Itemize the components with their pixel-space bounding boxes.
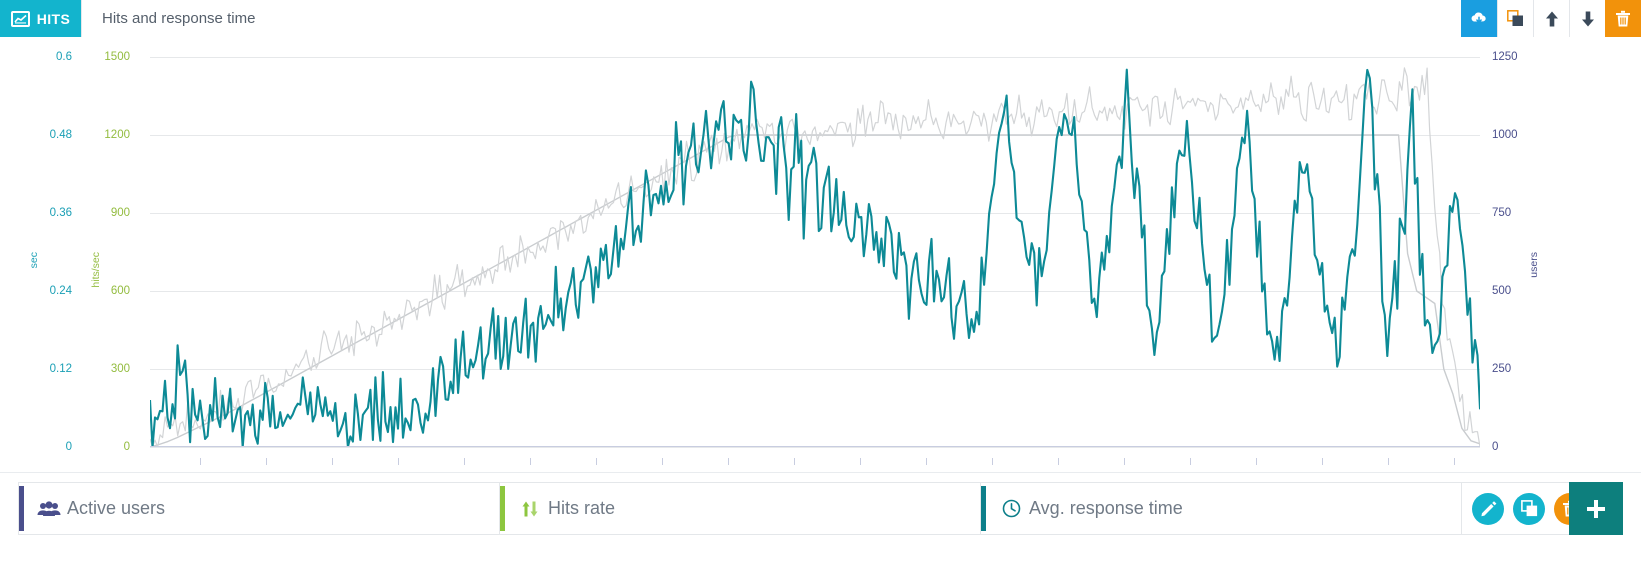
- legend-item-hits-rate[interactable]: Hits rate: [500, 483, 981, 534]
- plot-region: [150, 57, 1480, 448]
- delete-button[interactable]: [1605, 0, 1641, 37]
- header-action-group: [1461, 0, 1641, 37]
- x-tick-mark: [1387, 458, 1389, 465]
- copy-icon: [1507, 10, 1523, 26]
- chart-canvas: 0 0.12 0.24 0.36 0.48 0.6 sec 0 300 600 900 1200 150…: [0, 37, 1641, 484]
- legend-color-bar: [500, 486, 505, 531]
- arrow-down-icon: [1581, 11, 1594, 26]
- series-line-avg-response-time: [150, 70, 1480, 447]
- x-tick-mark: [1453, 458, 1455, 465]
- legend-footer: Active users Hits rate Avg. response tim…: [0, 472, 1641, 566]
- y-tick-label-sec: 0.6: [56, 51, 72, 63]
- y-tick-label-sec: 0: [65, 441, 72, 453]
- move-up-button[interactable]: [1533, 0, 1569, 37]
- y-axis-title-users: users: [1528, 252, 1540, 278]
- x-tick-mark: [859, 458, 861, 465]
- legend-color-bar: [981, 486, 986, 531]
- duplicate-graph-button[interactable]: [1513, 492, 1545, 525]
- x-tick-mark: [925, 458, 927, 465]
- line-chart-icon: [10, 10, 30, 27]
- cloud-download-icon: [1471, 12, 1486, 24]
- legend-label: Hits rate: [548, 498, 616, 518]
- add-graph-button[interactable]: [1569, 482, 1623, 535]
- y-tick-label-hits: 0: [123, 441, 130, 453]
- y-tick-label-users: 750: [1492, 207, 1512, 219]
- y-tick-label-sec: 0.24: [49, 285, 72, 297]
- y-tick-label-hits: 900: [110, 207, 130, 219]
- clock-icon: [998, 499, 1024, 518]
- legend-item-active-users[interactable]: Active users: [19, 483, 500, 534]
- x-tick-mark: [529, 458, 531, 465]
- x-axis-line: [150, 446, 1480, 447]
- series-line-hits-rate: [150, 68, 1480, 447]
- users-icon: [36, 500, 62, 517]
- y-axis-title-hits: hits/sec: [90, 252, 102, 288]
- y-tick-label-sec: 0.36: [49, 207, 72, 219]
- arrow-up-icon: [1545, 11, 1558, 26]
- y-axis-title-sec: sec: [28, 252, 40, 269]
- x-tick-mark: [463, 458, 465, 465]
- x-tick-mark: [397, 458, 399, 465]
- duplicate-button[interactable]: [1497, 0, 1533, 37]
- panel-title: Hits and response time: [81, 0, 1461, 37]
- legend-item-avg-response-time[interactable]: Avg. response time: [981, 483, 1462, 534]
- up-down-arrows-icon: [517, 500, 543, 518]
- y-tick-label-users: 1250: [1492, 51, 1518, 63]
- x-tick-mark: [1123, 458, 1125, 465]
- x-tick-mark: [991, 458, 993, 465]
- series-paths: [150, 57, 1480, 447]
- y-tick-label-sec: 0.48: [49, 129, 72, 141]
- y-tick-label-users: 0: [1492, 441, 1499, 453]
- x-tick-mark: [1189, 458, 1191, 465]
- plus-icon: [1587, 499, 1605, 518]
- legend-label: Active users: [67, 498, 166, 518]
- cloud-download-button[interactable]: [1461, 0, 1497, 37]
- pencil-icon: [1480, 501, 1496, 517]
- legend-label: Avg. response time: [1029, 498, 1183, 518]
- x-tick-mark: [793, 458, 795, 465]
- trash-icon: [1616, 10, 1630, 26]
- y-tick-label-hits: 1200: [104, 129, 130, 141]
- series-line-active-users: [150, 135, 1480, 447]
- hits-logo: HITS: [0, 0, 81, 37]
- x-tick-mark: [199, 458, 201, 465]
- x-tick-mark: [595, 458, 597, 465]
- x-tick-mark: [1057, 458, 1059, 465]
- x-tick-mark: [265, 458, 267, 465]
- x-tick-mark: [1255, 458, 1257, 465]
- x-tick-mark: [331, 458, 333, 465]
- hits-logo-label: HITS: [36, 10, 71, 27]
- panel-header: HITS Hits and response time: [0, 0, 1641, 38]
- y-tick-label-users: 1000: [1492, 129, 1518, 141]
- y-tick-label-users: 500: [1492, 285, 1512, 297]
- x-tick-mark: [727, 458, 729, 465]
- move-down-button[interactable]: [1569, 0, 1605, 37]
- y-tick-label-sec: 0.12: [49, 363, 72, 375]
- legend-row: Active users Hits rate Avg. response tim…: [18, 482, 1601, 535]
- x-tick-mark: [661, 458, 663, 465]
- copy-icon: [1520, 500, 1537, 517]
- y-tick-label-hits: 300: [110, 363, 130, 375]
- edit-button[interactable]: [1472, 492, 1504, 525]
- y-tick-label-hits: 1500: [104, 51, 130, 63]
- x-tick-mark: [1321, 458, 1323, 465]
- gridline: [150, 447, 1480, 448]
- legend-color-bar: [19, 486, 24, 531]
- y-tick-label-users: 250: [1492, 363, 1512, 375]
